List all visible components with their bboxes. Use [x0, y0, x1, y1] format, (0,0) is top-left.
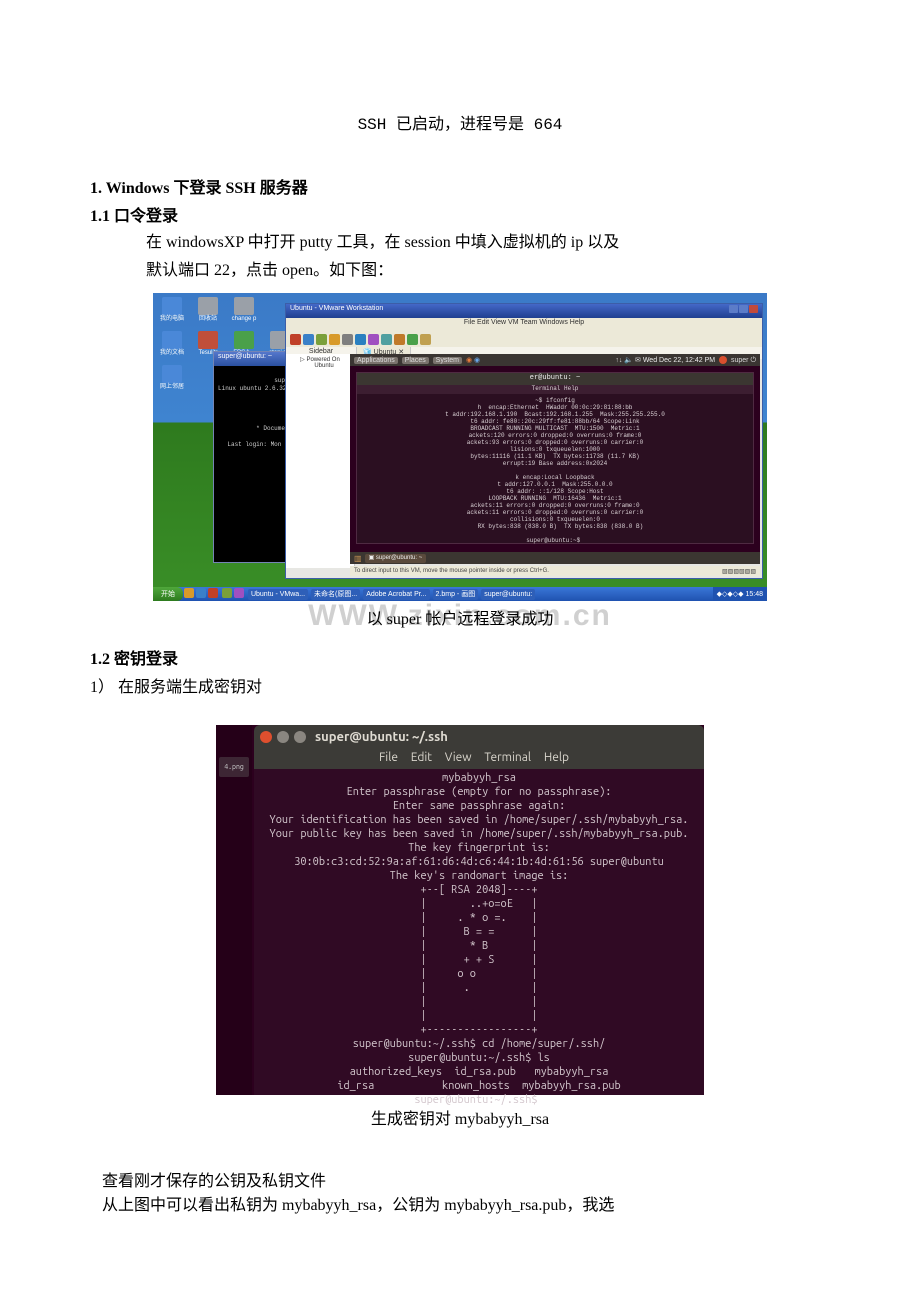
thumbnail-label: 4.png — [219, 757, 249, 777]
para-3: 从上图中可以看出私钥为 mybabyyh_rsa，公钥为 mybabyyh_rs… — [102, 1191, 830, 1215]
screenshot-1: 我的电脑 回收站 change p 我的文档 Tesulitr FPGA... … — [153, 293, 767, 601]
desktop-icon: 网上邻居 — [157, 365, 187, 391]
vmware-statusbar: To direct input to this VM, move the mou… — [350, 566, 760, 576]
terminal-body: mybabyyh_rsa Enter passphrase (empty for… — [254, 769, 704, 1095]
power-icon — [719, 356, 727, 364]
terminal-titlebar: super@ubuntu: ~/.ssh — [254, 725, 704, 749]
vmware-titlebar: Ubuntu - VMware Workstation — [286, 304, 762, 318]
screenshot-1-wrap: 我的电脑 回收站 change p 我的文档 Tesulitr FPGA... … — [90, 293, 830, 601]
left-strip: 4.png — [216, 725, 252, 1095]
taskbar-item: 2.bmp - 画图 — [433, 589, 479, 600]
vmware-menubar: File Edit View VM Team Windows Help — [286, 318, 762, 331]
minimize-icon — [277, 731, 289, 743]
panel-applications: Applications — [354, 357, 398, 364]
gnome-terminal: er@ubuntu: ~ Terminal Help ~$ ifconfig h… — [356, 372, 754, 544]
vmware-title: Ubuntu - VMware Workstation — [290, 305, 383, 317]
sidebar-item: ▷ Powered On — [289, 356, 351, 363]
close-icon — [260, 731, 272, 743]
panel-user: super — [731, 357, 749, 364]
desktop-icon: 我的文档 — [157, 331, 187, 357]
desktop-icon: 我的电脑 — [157, 297, 187, 323]
vmware-status-icons: ▧▧▧▧▧▧ — [722, 568, 756, 575]
sidebar-item: Ubuntu — [289, 363, 351, 369]
window-controls-icon — [728, 305, 758, 317]
sound-icon: 🔈 — [624, 357, 633, 364]
panel-clock: Wed Dec 22, 12:42 PM — [643, 357, 715, 364]
quick-launch — [183, 588, 245, 600]
menu-file: File — [379, 751, 398, 764]
para-2: 查看刚才保存的公钥及私钥文件 — [102, 1167, 830, 1191]
mail-icon: ✉ — [635, 357, 641, 364]
desktop-icon: 回收站 — [193, 297, 223, 323]
heading-1: 1. Windows 下登录 SSH 服务器 — [90, 174, 830, 198]
tray-clock: 15:48 — [745, 591, 763, 598]
heading-1-1: 1.1 口令登录 — [90, 202, 830, 226]
caption-2: 生成密钥对 mybabyyh_rsa — [371, 1111, 549, 1128]
firefox-icon: ◉ — [466, 357, 472, 364]
terminal-title: er@ubuntu: ~ — [357, 373, 753, 385]
gnome-bottom-panel: ▥ ▣ super@ubuntu: ~ — [350, 552, 760, 564]
terminal-menu: Terminal Help — [357, 385, 753, 394]
windows-taskbar: 开始 Ubuntu - VMwa... 未命名(原图... Adobe Acro… — [153, 587, 767, 601]
caption-1: 以 super 帐户远程登录成功 — [367, 611, 554, 628]
taskbar-item: Adobe Acrobat Pr... — [363, 589, 429, 600]
panel-places: Places — [402, 357, 429, 364]
terminal-body: ~$ ifconfig h encap:Ethernet HWaddr 00:0… — [357, 394, 753, 547]
start-button: 开始 — [153, 587, 183, 601]
menu-view: View — [445, 751, 472, 764]
gnome-top-panel: Applications Places System ◉ ◉ ↑↓ 🔈 ✉ We… — [350, 354, 760, 366]
panel-system: System — [433, 357, 462, 364]
document-page: SSH 已启动，进程号是 664 1. Windows 下登录 SSH 服务器 … — [0, 0, 920, 1275]
screenshot-2: 4.png super@ubuntu: ~/.ssh File Edit Vie… — [216, 725, 704, 1095]
terminal-title: super@ubuntu: ~/.ssh — [315, 730, 448, 744]
step-1: 1） 在服务端生成密钥对 — [90, 673, 830, 697]
desktop-icon: change p — [229, 297, 259, 323]
caption-1-wrap: WWW.zixin.com.cn 以 super 帐户远程登录成功 — [90, 605, 830, 629]
para-1-line2: 默认端口 22，点击 open。如下图： — [146, 258, 830, 284]
heading-1-2: 1.2 密钥登录 — [90, 645, 830, 669]
menu-terminal: Terminal — [484, 751, 531, 764]
vmware-toolbar — [286, 331, 762, 347]
system-tray: ◆◇◆◇◆ 15:48 — [713, 587, 767, 601]
intro-line: SSH 已启动，进程号是 664 — [90, 110, 830, 134]
vmware-sidebar: ▷ Powered On Ubuntu — [286, 354, 355, 568]
taskbar-terminal-tab: ▣ super@ubuntu: ~ — [365, 554, 427, 563]
shutdown-icon: ⏻ — [750, 357, 756, 364]
para-1-line1: 在 windowsXP 中打开 putty 工具，在 session 中填入虚拟… — [146, 230, 830, 256]
vmware-window: Ubuntu - VMware Workstation File Edit Vi… — [285, 303, 763, 579]
caption-2-wrap: 生成密钥对 mybabyyh_rsa — [90, 1105, 830, 1129]
screenshot-2-wrap: 4.png super@ubuntu: ~/.ssh File Edit Vie… — [90, 725, 830, 1095]
network-icon: ↑↓ — [615, 357, 622, 364]
taskbar-item: 未命名(原图... — [311, 589, 360, 600]
terminal-window: super@ubuntu: ~/.ssh File Edit View Term… — [254, 725, 704, 1095]
help-icon: ◉ — [474, 357, 480, 364]
putty-title: super@ubuntu: ~ — [218, 353, 272, 365]
menu-edit: Edit — [411, 751, 432, 764]
taskbar-item: Ubuntu - VMwa... — [248, 589, 308, 600]
show-desktop-icon: ▥ — [354, 554, 362, 563]
taskbar-item: super@ubuntu: — [481, 589, 535, 600]
vmware-status-text: To direct input to this VM, move the mou… — [354, 568, 549, 574]
ubuntu-desktop: Applications Places System ◉ ◉ ↑↓ 🔈 ✉ We… — [350, 354, 760, 564]
maximize-icon — [294, 731, 306, 743]
menu-help: Help — [544, 751, 569, 764]
tray-icons: ◆◇◆◇◆ — [717, 590, 744, 598]
